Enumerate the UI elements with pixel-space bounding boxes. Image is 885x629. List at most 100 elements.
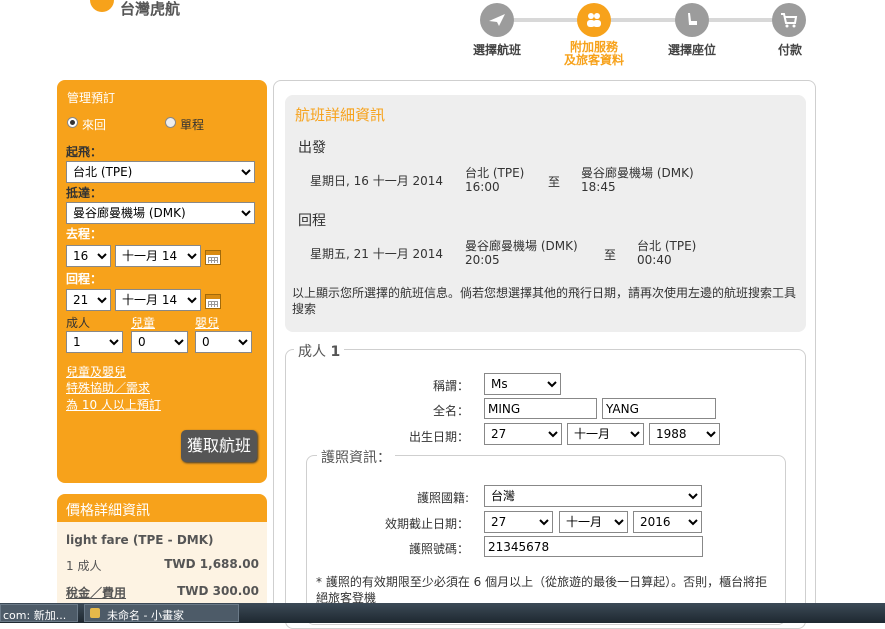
passport-note: * 護照的有效期限至少必須在 6 個月以上（從旅遊的最後一日算起）。否則，櫃台將… [316, 575, 768, 605]
return-dep-time: 20:05 [465, 253, 500, 267]
step-label-extras-2: 及旅客資料 [563, 53, 624, 67]
infant-label[interactable]: 嬰兒 [195, 314, 219, 331]
title-select[interactable]: Ms [484, 373, 561, 395]
outbound-arr-time: 18:45 [581, 180, 616, 194]
title-label: 稱謂： [432, 379, 469, 393]
main-content: 航班詳細資訊 出發 星期日, 16 十一月 2014 台北 (TPE) 16:0… [273, 80, 816, 629]
taskbar-item-browser-label: com: 新加... [3, 609, 67, 622]
group-booking-link[interactable]: 為 10 人以上預訂 [66, 396, 161, 413]
manage-booking-panel: 管理預訂 來回 單程 起飛： 台北 (TPE) 抵達： 曼谷廊曼機場 (DMK)… [57, 80, 267, 483]
child-label[interactable]: 兒童 [131, 314, 155, 331]
trip-oneway-label: 單程 [180, 118, 205, 132]
passport-legend: 護照資訊： [317, 447, 395, 467]
return-day-select[interactable]: 21 [66, 289, 111, 311]
special-assistance-link[interactable]: 特殊協助／需求 [66, 379, 150, 396]
step-extras[interactable] [577, 3, 611, 37]
fare-name: light fare (TPE - DMK) [66, 533, 214, 547]
paint-icon [90, 608, 100, 618]
taskbar-item-paint-label: 未命名 - 小畫家 [107, 609, 184, 622]
flight-note: 以上顯示您所選擇的航班信息。倘若您想選擇其他的飛行日期，請再次使用左邊的航班搜索… [292, 286, 797, 316]
adult-amount: TWD 1,688.00 [164, 557, 259, 571]
depart-label: 去程： [66, 227, 103, 241]
return-to: 台北 (TPE) [637, 239, 697, 253]
children-infants-link[interactable]: 兒童及嬰兒 [66, 363, 126, 380]
trip-round-radio[interactable] [67, 117, 78, 128]
tiger-logo-icon [90, 0, 114, 12]
depart-day-select[interactable]: 16 [66, 245, 111, 267]
progress-line [498, 18, 788, 22]
cart-icon [781, 13, 798, 28]
outbound-date: 星期日, 16 十一月 2014 [310, 174, 444, 188]
return-heading: 回程 [298, 213, 326, 229]
search-flights-button[interactable]: 獲取航班 [181, 430, 257, 462]
panel-title: 管理預訂 [67, 91, 116, 105]
passenger-legend: 成人 1 [294, 341, 345, 361]
passport-number-label: 護照號碼： [408, 542, 469, 556]
brand-name: 台灣虎航 [120, 0, 181, 18]
taskbar-item-browser[interactable]: com: 新加... [0, 604, 78, 622]
flight-details-title: 航班詳細資訊 [295, 106, 386, 124]
brand-logo[interactable]: 台灣虎航 [88, 0, 198, 18]
tax-label[interactable]: 稅金／費用 [66, 584, 126, 601]
return-from: 曼谷廊曼機場 (DMK) [465, 239, 578, 253]
seat-icon [688, 13, 697, 25]
last-name-input[interactable] [602, 398, 716, 419]
step-label-select-seat: 選擇座位 [667, 43, 716, 57]
progress-steps: 選擇航班 附加服務 及旅客資料 選擇座位 付款 [470, 0, 820, 70]
passport-number-input[interactable] [484, 536, 703, 557]
price-title: 價格詳細資訊 [66, 503, 150, 519]
step-label-select-flight: 選擇航班 [472, 43, 521, 57]
passengers-icon [587, 13, 601, 27]
trip-oneway-radio[interactable] [165, 117, 176, 128]
step-select-flight[interactable] [480, 3, 514, 37]
tax-amount: TWD 300.00 [177, 584, 259, 598]
flight-details-box: 航班詳細資訊 出發 星期日, 16 十一月 2014 台北 (TPE) 16:0… [285, 95, 806, 332]
passport-fieldset: 護照資訊： 護照國籍: 台灣 效期截止日期： 27 十一月 2016 護照號碼：… [306, 447, 786, 625]
trip-round-label: 來回 [82, 118, 107, 132]
to-select[interactable]: 曼谷廊曼機場 (DMK) [66, 202, 255, 224]
dob-year-select[interactable]: 1988 [649, 423, 720, 445]
return-month-select[interactable]: 十一月 14 [115, 289, 201, 311]
return-arr-time: 00:40 [637, 253, 672, 267]
return-calendar-icon[interactable] [205, 294, 221, 309]
outbound-dep-time: 16:00 [465, 180, 500, 194]
child-select[interactable]: 0 [131, 331, 188, 353]
depart-calendar-icon[interactable] [205, 250, 221, 265]
infant-select[interactable]: 0 [195, 331, 252, 353]
to-label: 抵達： [66, 186, 103, 200]
step-label-payment: 付款 [777, 43, 802, 57]
passenger-legend-number: 1 [330, 344, 341, 360]
outbound-to-word: 至 [548, 175, 561, 189]
name-label: 全名： [432, 404, 469, 418]
nationality-select[interactable]: 台灣 [484, 485, 702, 507]
passenger-legend-prefix: 成人 [298, 344, 326, 360]
adult-count: 1 成人 [66, 559, 102, 573]
taskbar: com: 新加... 未命名 - 小畫家 [0, 603, 885, 623]
outbound-heading: 出發 [298, 140, 326, 156]
step-payment[interactable] [772, 3, 806, 37]
outbound-to: 曼谷廊曼機場 (DMK) [581, 166, 694, 180]
passenger-fieldset: 成人 1 稱謂： Ms 全名： 出生日期： 27 十一月 1988 護照資訊： … [285, 341, 806, 629]
price-header: 價格詳細資訊 [57, 494, 267, 522]
expiry-month-select[interactable]: 十一月 [559, 511, 628, 533]
expiry-day-select[interactable]: 27 [484, 511, 553, 533]
outbound-from: 台北 (TPE) [465, 166, 525, 180]
return-date: 星期五, 21 十一月 2014 [310, 247, 444, 261]
from-label: 起飛： [66, 145, 103, 159]
airplane-icon [489, 14, 505, 26]
return-label: 回程： [66, 272, 103, 286]
from-select[interactable]: 台北 (TPE) [66, 161, 255, 183]
depart-month-select[interactable]: 十一月 14 [115, 245, 201, 267]
expiry-label: 效期截止日期： [384, 517, 469, 531]
price-details-panel: 價格詳細資訊 light fare (TPE - DMK) 1 成人 TWD 1… [57, 494, 267, 614]
expiry-year-select[interactable]: 2016 [633, 511, 702, 533]
adult-label: 成人 [66, 316, 91, 330]
step-select-seat[interactable] [675, 3, 709, 37]
first-name-input[interactable] [484, 398, 597, 419]
taskbar-item-paint[interactable]: 未命名 - 小畫家 [84, 604, 239, 622]
adult-select[interactable]: 1 [66, 331, 123, 353]
dob-day-select[interactable]: 27 [484, 423, 562, 445]
return-to-word: 至 [604, 248, 617, 262]
nationality-label: 護照國籍: [416, 491, 469, 505]
dob-month-select[interactable]: 十一月 [567, 423, 644, 445]
